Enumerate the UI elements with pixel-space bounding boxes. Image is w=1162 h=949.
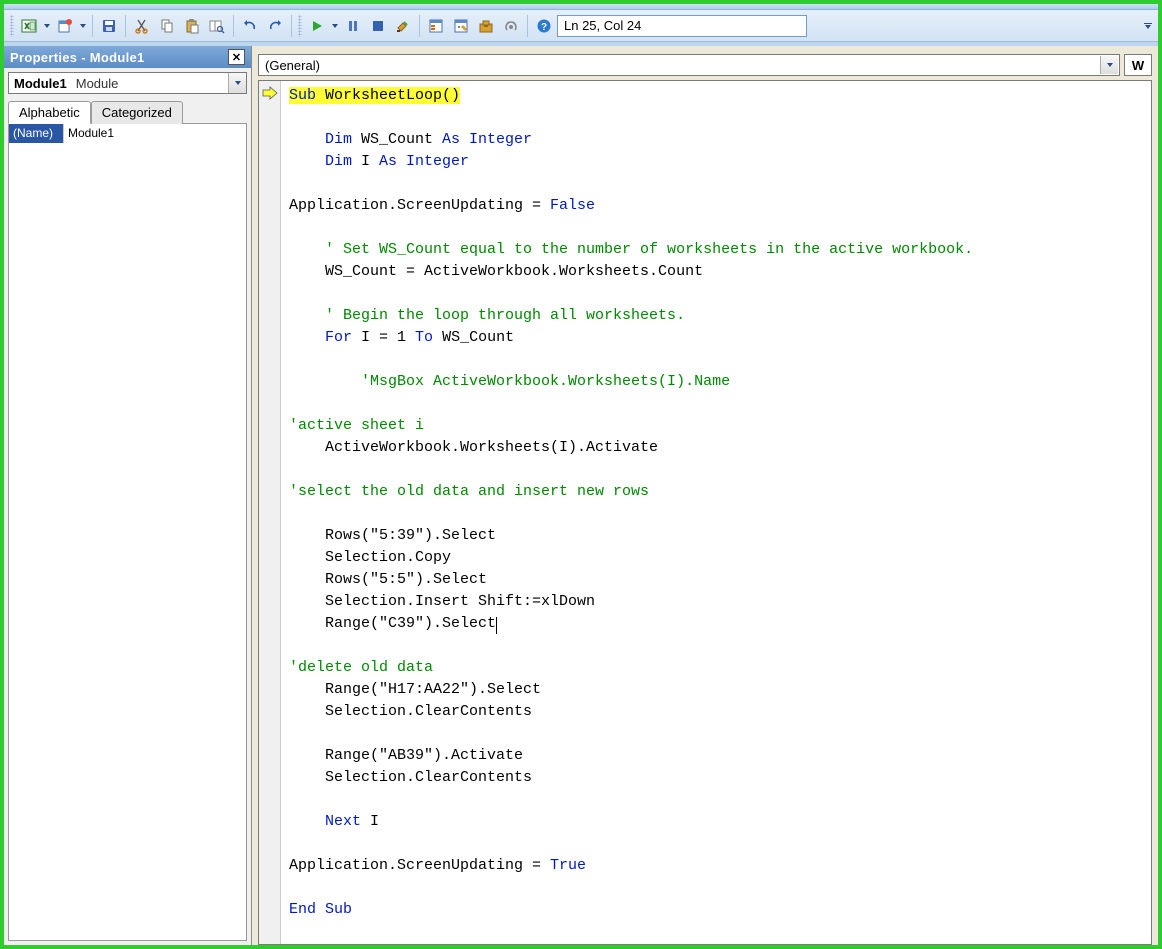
toolbar-grip [10,15,14,37]
run-button[interactable] [305,14,329,38]
object-combo-type: Module [72,76,123,91]
paste-button[interactable] [180,14,204,38]
line-column-indicator: Ln 25, Col 24 [557,15,807,37]
insert-module-drop[interactable] [78,14,88,38]
toolbar: ? Ln 25, Col 24 [4,10,1158,42]
object-dropdown-label: (General) [265,58,320,73]
toolbar-grip-2 [298,15,302,37]
view-excel-drop[interactable] [42,14,52,38]
design-mode-button[interactable] [391,14,415,38]
code-editor[interactable]: Sub WorksheetLoop() Dim WS_Count As Inte… [281,81,1151,944]
code-body: Sub WorksheetLoop() Dim WS_Count As Inte… [258,80,1152,945]
view-excel-button[interactable] [17,14,41,38]
redo-button[interactable] [263,14,287,38]
toolbox-button[interactable] [474,14,498,38]
property-value[interactable]: Module1 [64,124,246,143]
reset-button[interactable] [366,14,390,38]
text-cursor [496,617,497,634]
toolbar-overflow[interactable] [1142,12,1154,40]
copy-button[interactable] [155,14,179,38]
find-button[interactable] [205,14,229,38]
break-button[interactable] [341,14,365,38]
svg-text:?: ? [541,22,547,33]
help-button[interactable]: ? [532,14,556,38]
property-row[interactable]: (Name) Module1 [9,124,246,143]
properties-titlebar: Properties - Module1 ✕ [4,46,251,68]
chevron-down-icon[interactable] [1100,56,1118,74]
properties-title-text: Properties - Module1 [10,50,145,65]
insert-module-button[interactable] [53,14,77,38]
tab-categorized[interactable]: Categorized [91,101,183,124]
project-explorer-button[interactable] [424,14,448,38]
chevron-down-icon[interactable] [228,73,246,93]
properties-window-button[interactable] [449,14,473,38]
properties-panel: Properties - Module1 ✕ Module1 Module Al… [4,46,252,945]
properties-tabs: Alphabetic Categorized [8,100,247,124]
app-frame: ? Ln 25, Col 24 Properties - Module1 ✕ M… [0,0,1162,949]
object-browser-button[interactable] [499,14,523,38]
code-combo-row: (General) W [258,54,1152,76]
object-dropdown[interactable]: (General) [258,54,1120,76]
save-button[interactable] [97,14,121,38]
properties-grid: (Name) Module1 [8,124,247,941]
line-column-text: Ln 25, Col 24 [564,18,641,33]
code-panel: (General) W Sub WorksheetLoop() Dim WS_C… [252,46,1158,945]
execution-pointer-icon [262,86,278,100]
undo-button[interactable] [238,14,262,38]
procedure-dropdown-clip[interactable]: W [1124,54,1152,76]
object-combo[interactable]: Module1 Module [8,72,247,94]
run-drop[interactable] [330,14,340,38]
object-combo-name: Module1 [9,76,72,91]
cut-button[interactable] [130,14,154,38]
close-icon[interactable]: ✕ [228,49,245,65]
property-key: (Name) [9,124,64,143]
tab-alphabetic[interactable]: Alphabetic [8,101,91,124]
margin-indicator-bar[interactable] [259,81,281,944]
